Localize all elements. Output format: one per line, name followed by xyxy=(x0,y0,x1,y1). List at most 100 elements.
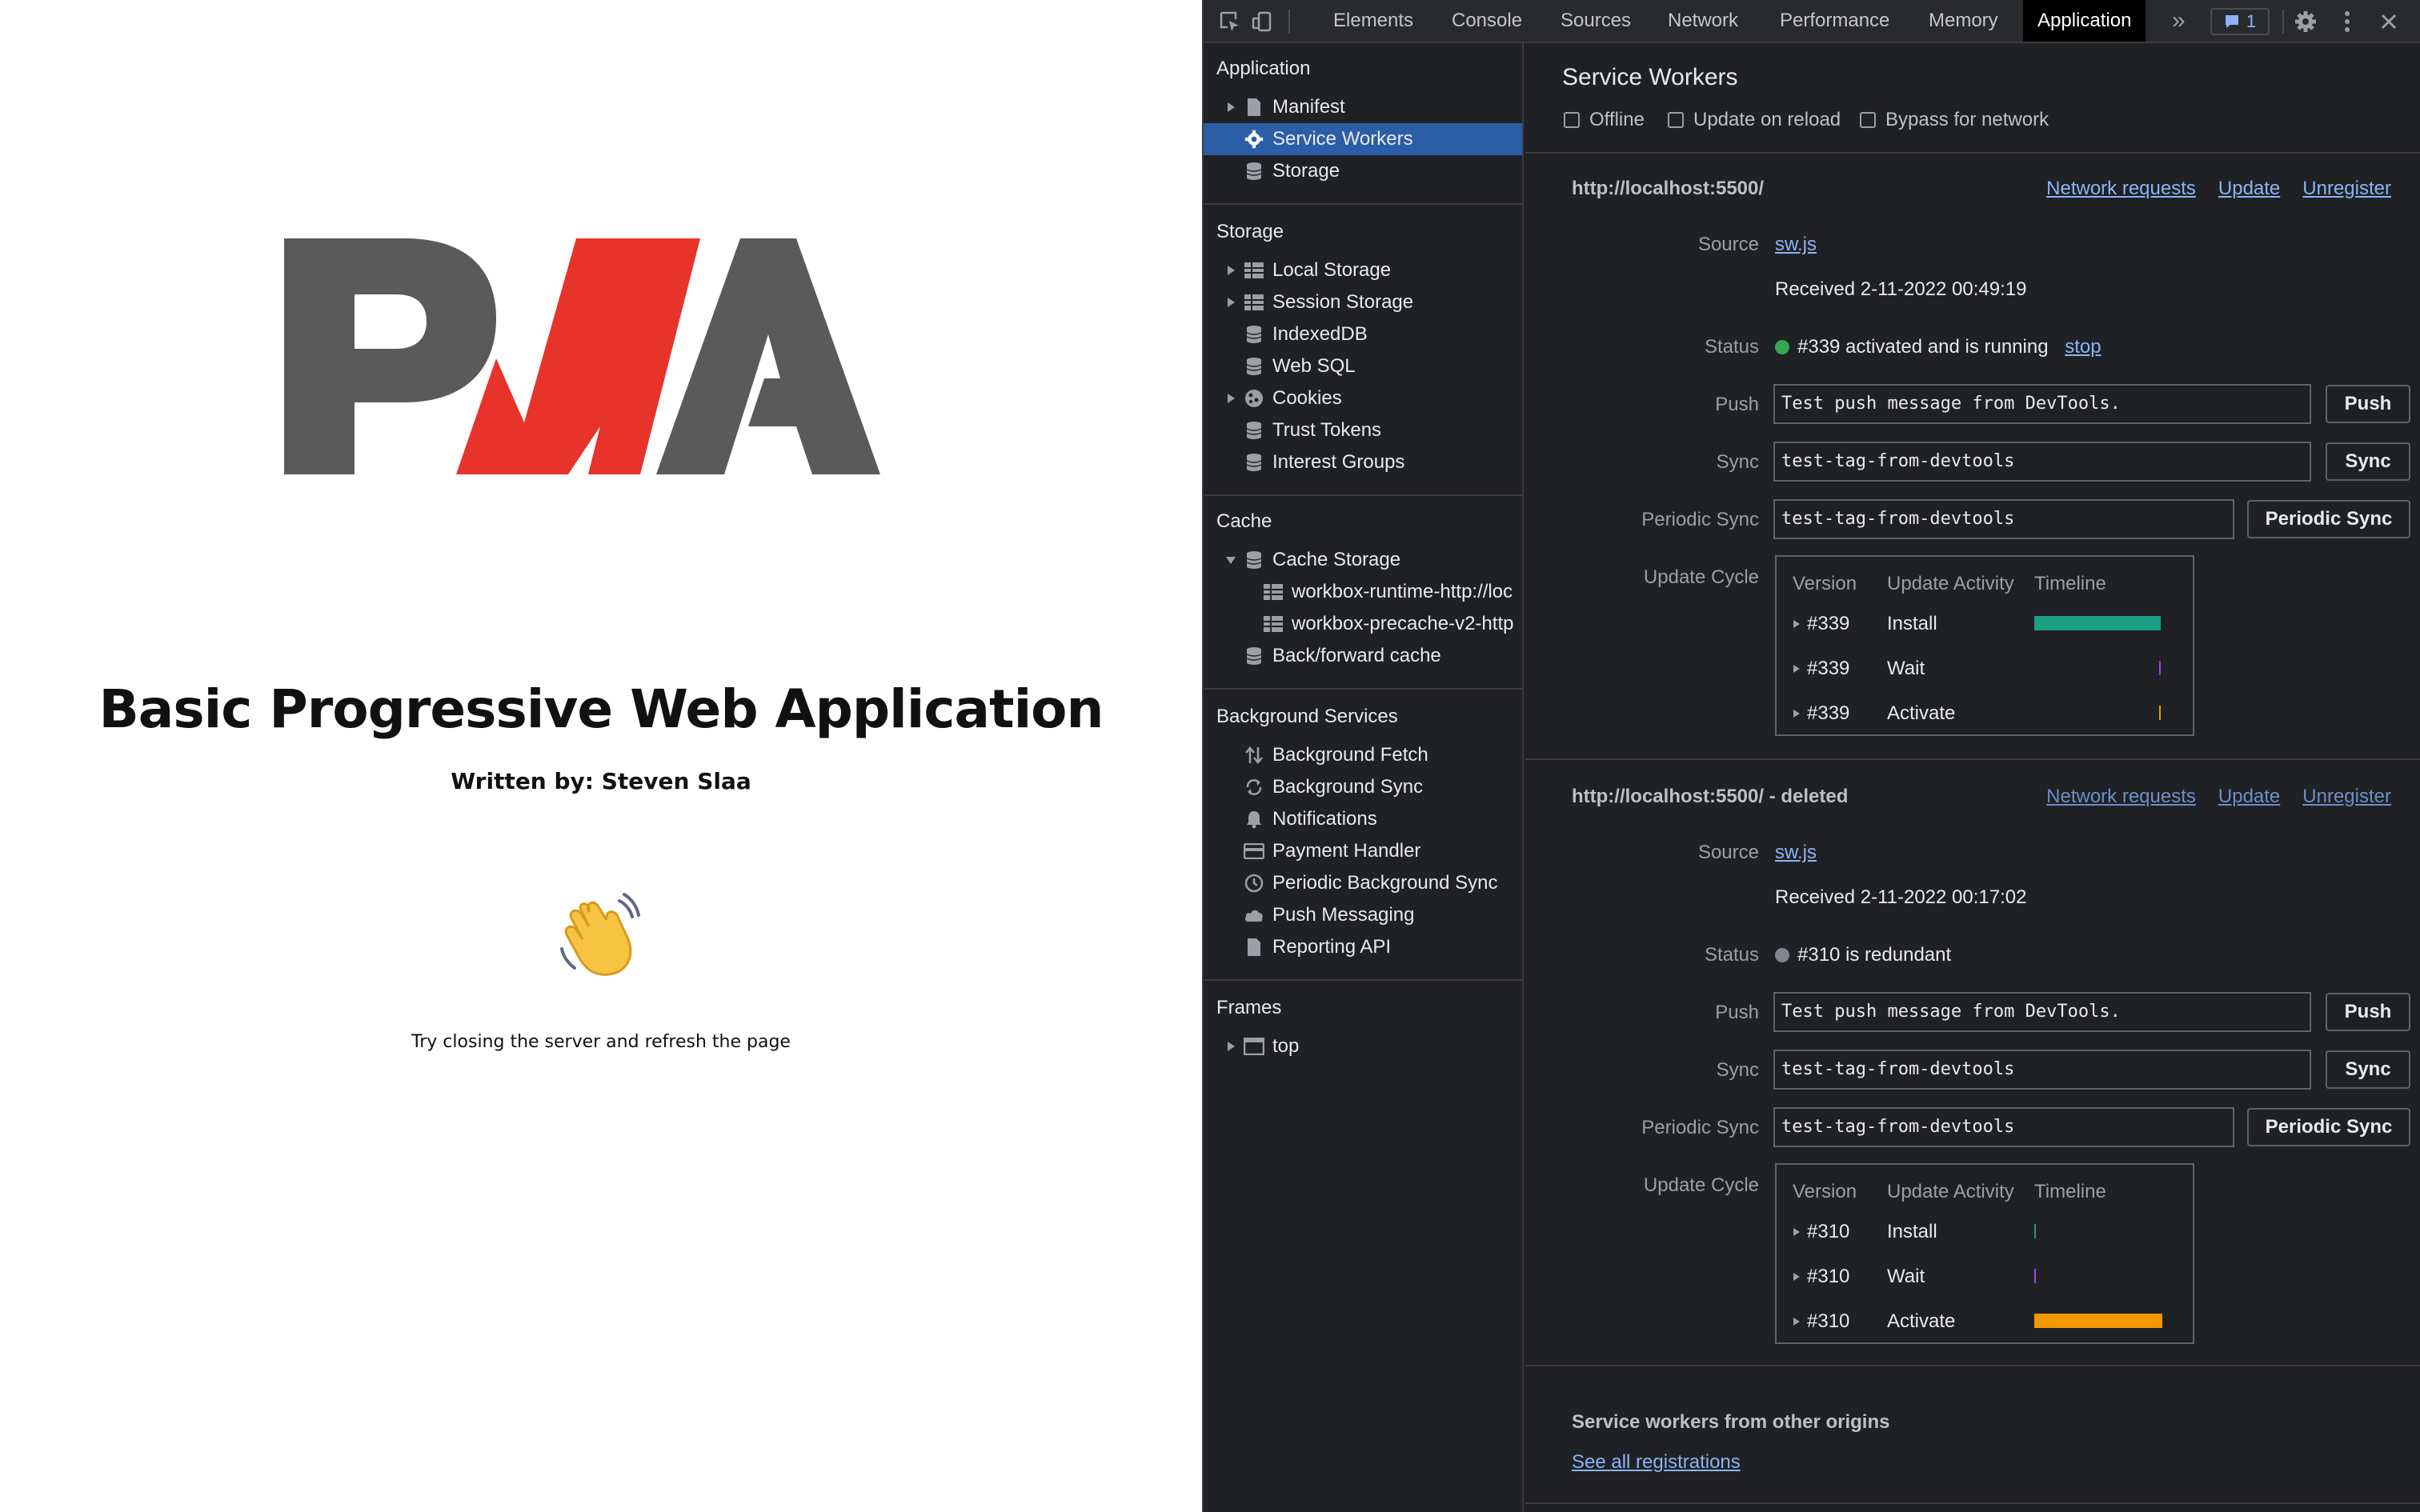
sidebar-item-local-storage[interactable]: Local Storage xyxy=(1204,254,1522,286)
sidebar-item-reporting-api[interactable]: Reporting API xyxy=(1204,931,1522,963)
periodic-sync-button[interactable]: Periodic Sync xyxy=(2247,1108,2410,1146)
sidebar-item-background-sync[interactable]: Background Sync xyxy=(1204,771,1522,803)
more-tabs-icon[interactable]: » xyxy=(2158,0,2200,42)
sidebar-item-label: Service Workers xyxy=(1272,128,1413,150)
sidebar-item-service-workers[interactable]: Service Workers xyxy=(1204,123,1522,155)
source-link[interactable]: sw.js xyxy=(1775,234,1817,256)
sidebar-item-background-fetch[interactable]: Background Fetch xyxy=(1204,739,1522,771)
tab-network[interactable]: Network xyxy=(1653,0,1753,42)
sidebar-item-web-sql[interactable]: Web SQL xyxy=(1204,350,1522,382)
table-grid-icon xyxy=(1263,582,1284,602)
cycle-row-version[interactable]: #310 xyxy=(1793,1221,1849,1243)
checkbox-box[interactable] xyxy=(1564,112,1580,128)
sidebar-item-payment-handler[interactable]: Payment Handler xyxy=(1204,835,1522,867)
tab-memory[interactable]: Memory xyxy=(1914,0,2013,42)
update-link[interactable]: Update xyxy=(2218,786,2280,808)
push-button[interactable]: Push xyxy=(2326,385,2410,423)
settings-gear-icon[interactable] xyxy=(2292,8,2319,35)
collapse-arrow-icon[interactable] xyxy=(1224,554,1237,566)
section-divider xyxy=(1525,758,2420,760)
cycle-row-version[interactable]: #310 xyxy=(1793,1266,1849,1288)
update-on-reload-checkbox[interactable]: Update on reload xyxy=(1668,109,1841,131)
expand-arrow-icon[interactable] xyxy=(1224,296,1237,309)
sidebar-item-manifest[interactable]: Manifest xyxy=(1204,91,1522,123)
sidebar-item-label: Periodic Background Sync xyxy=(1272,872,1498,894)
offline-checkbox[interactable]: Offline xyxy=(1564,109,1645,131)
push-button[interactable]: Push xyxy=(2326,993,2410,1031)
section-divider xyxy=(1204,203,1522,205)
network-requests-link[interactable]: Network requests xyxy=(2046,178,2196,200)
expand-arrow-icon[interactable] xyxy=(1793,1227,1801,1237)
sidebar-item-cache-storage[interactable]: Cache Storage xyxy=(1204,544,1522,576)
update-cycle-table: Version Update Activity Timeline #310 In… xyxy=(1775,1163,2194,1344)
update-link[interactable]: Update xyxy=(2218,178,2280,200)
inspect-element-icon[interactable] xyxy=(1216,8,1244,35)
tab-sources[interactable]: Sources xyxy=(1546,0,1645,42)
more-options-icon[interactable] xyxy=(2334,8,2361,35)
expand-arrow-icon[interactable] xyxy=(1793,1317,1801,1326)
sidebar-item-label: Web SQL xyxy=(1272,355,1356,377)
expand-arrow-icon[interactable] xyxy=(1793,664,1801,674)
expand-arrow-icon[interactable] xyxy=(1793,709,1801,718)
stop-link[interactable]: stop xyxy=(2065,336,2101,358)
sidebar-item-trust-tokens[interactable]: Trust Tokens xyxy=(1204,414,1522,446)
see-all-registrations-link[interactable]: See all registrations xyxy=(1572,1451,1741,1474)
issues-badge[interactable]: 1 xyxy=(2210,8,2270,35)
database-icon xyxy=(1244,452,1264,473)
expand-arrow-icon[interactable] xyxy=(1793,1272,1801,1282)
sidebar-item-storage[interactable]: Storage xyxy=(1204,155,1522,187)
unregister-link[interactable]: Unregister xyxy=(2302,178,2391,200)
push-input[interactable]: Test push message from DevTools. xyxy=(1773,992,2311,1032)
close-icon[interactable] xyxy=(2375,8,2402,35)
unregister-link[interactable]: Unregister xyxy=(2302,786,2391,808)
sidebar-item-workbox-precache[interactable]: workbox-precache-v2-http xyxy=(1204,608,1522,640)
expand-arrow-icon[interactable] xyxy=(1224,1040,1237,1053)
periodic-sync-input[interactable]: test-tag-from-devtools xyxy=(1773,1107,2234,1147)
cycle-row-version[interactable]: #339 xyxy=(1793,702,1849,725)
sidebar-item-notifications[interactable]: Notifications xyxy=(1204,803,1522,835)
section-title-background-services: Background Services xyxy=(1216,706,1398,727)
network-requests-link[interactable]: Network requests xyxy=(2046,786,2196,808)
sidebar-item-workbox-runtime[interactable]: workbox-runtime-http://loc xyxy=(1204,576,1522,608)
cycle-row-version[interactable]: #310 xyxy=(1793,1310,1849,1333)
periodic-sync-button[interactable]: Periodic Sync xyxy=(2247,500,2410,538)
checkbox-label: Update on reload xyxy=(1693,109,1841,130)
tab-elements[interactable]: Elements xyxy=(1319,0,1428,42)
tab-application[interactable]: Application xyxy=(2023,0,2146,42)
source-link[interactable]: sw.js xyxy=(1775,842,1817,864)
periodic-sync-input[interactable]: test-tag-from-devtools xyxy=(1773,499,2234,539)
timeline-bar-wait xyxy=(2159,661,2161,675)
expand-arrow-icon[interactable] xyxy=(1793,619,1801,629)
section-divider xyxy=(1525,152,2420,154)
sidebar-item-interest-groups[interactable]: Interest Groups xyxy=(1204,446,1522,478)
sync-input[interactable]: test-tag-from-devtools xyxy=(1773,442,2311,482)
cycle-row-version[interactable]: #339 xyxy=(1793,613,1849,635)
sidebar-item-frame-top[interactable]: top xyxy=(1204,1030,1522,1062)
expand-arrow-icon[interactable] xyxy=(1224,264,1237,277)
sync-button[interactable]: Sync xyxy=(2326,442,2410,481)
sync-input[interactable]: test-tag-from-devtools xyxy=(1773,1050,2311,1090)
sync-button[interactable]: Sync xyxy=(2326,1050,2410,1089)
push-input[interactable]: Test push message from DevTools. xyxy=(1773,384,2311,424)
sidebar-item-push-messaging[interactable]: Push Messaging xyxy=(1204,899,1522,931)
sidebar-item-periodic-background-sync[interactable]: Periodic Background Sync xyxy=(1204,867,1522,899)
bypass-for-network-checkbox[interactable]: Bypass for network xyxy=(1860,109,2049,131)
expand-arrow-icon[interactable] xyxy=(1224,392,1237,405)
tab-console[interactable]: Console xyxy=(1437,0,1537,42)
page-hint: Try closing the server and refresh the p… xyxy=(411,1032,791,1052)
expand-arrow-icon[interactable] xyxy=(1224,101,1237,114)
sidebar-item-indexeddb[interactable]: IndexedDB xyxy=(1204,318,1522,350)
checkbox-box[interactable] xyxy=(1668,112,1684,128)
sidebar-item-session-storage[interactable]: Session Storage xyxy=(1204,286,1522,318)
section-title-cache: Cache xyxy=(1216,510,1272,532)
section-title-storage: Storage xyxy=(1216,221,1284,242)
issues-count: 1 xyxy=(2246,11,2257,31)
periodic-sync-label: Periodic Sync xyxy=(1641,509,1759,530)
column-header-timeline: Timeline xyxy=(2034,573,2106,594)
sidebar-item-cookies[interactable]: Cookies xyxy=(1204,382,1522,414)
sidebar-item-back-forward-cache[interactable]: Back/forward cache xyxy=(1204,640,1522,672)
checkbox-box[interactable] xyxy=(1860,112,1876,128)
device-toolbar-icon[interactable] xyxy=(1248,8,1276,35)
cycle-row-version[interactable]: #339 xyxy=(1793,658,1849,680)
tab-performance[interactable]: Performance xyxy=(1765,0,1904,42)
